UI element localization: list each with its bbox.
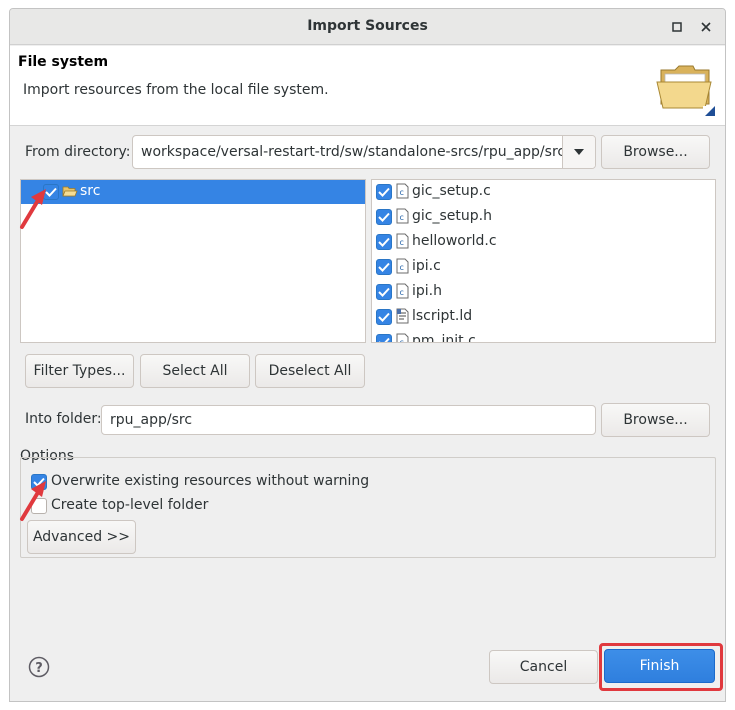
tree-item-label: src xyxy=(80,183,101,199)
svg-text:?: ? xyxy=(35,661,43,676)
check-icon xyxy=(378,287,390,297)
folder-icon xyxy=(653,52,719,122)
browse-folder-button[interactable]: Browse... xyxy=(601,403,710,437)
help-button[interactable]: ? xyxy=(28,656,50,678)
into-folder-label: Into folder: xyxy=(25,411,102,427)
svg-text:c: c xyxy=(400,238,404,247)
import-sources-dialog: Import Sources File system Import resour… xyxy=(9,8,726,702)
file-name: gic_setup.c xyxy=(412,183,491,199)
c-source-file-icon: c xyxy=(396,258,409,278)
page-title: File system xyxy=(18,54,109,70)
svg-text:c: c xyxy=(400,338,404,343)
cancel-button[interactable]: Cancel xyxy=(489,650,598,684)
tree-item-src[interactable]: src xyxy=(21,180,365,204)
filter-types-button[interactable]: Filter Types... xyxy=(25,354,134,388)
wizard-header: File system Import resources from the lo… xyxy=(10,46,725,126)
overwrite-label: Overwrite existing resources without war… xyxy=(51,473,370,489)
title-bar: Import Sources xyxy=(10,9,725,45)
file-name: pm_init.c xyxy=(412,333,476,343)
check-icon xyxy=(378,237,390,247)
c-header-file-icon: c xyxy=(396,283,409,303)
svg-text:c: c xyxy=(400,263,404,272)
close-button[interactable] xyxy=(697,18,715,36)
folder-tree[interactable]: src xyxy=(20,179,366,343)
page-description: Import resources from the local file sys… xyxy=(23,82,329,98)
file-list[interactable]: c gic_setup.c c gic_setup.h c helloworld… xyxy=(371,179,716,343)
check-icon xyxy=(379,337,390,342)
annotation-arrow xyxy=(20,481,46,521)
window-title: Import Sources xyxy=(307,18,428,34)
c-source-file-icon: c xyxy=(396,233,409,253)
close-icon xyxy=(701,22,711,32)
from-directory-value: workspace/versal-restart-trd/sw/standalo… xyxy=(141,144,566,160)
annotation-arrow xyxy=(20,189,46,229)
list-item[interactable]: lscript.ld xyxy=(372,305,715,330)
advanced-button[interactable]: Advanced >> xyxy=(27,520,136,554)
maximize-icon xyxy=(672,22,682,32)
check-icon xyxy=(378,262,390,272)
list-item[interactable]: c gic_setup.h xyxy=(372,205,715,230)
chevron-down-icon xyxy=(574,149,584,155)
file-name: ipi.c xyxy=(412,258,441,274)
file-checkbox[interactable] xyxy=(376,334,392,342)
file-checkbox[interactable] xyxy=(376,209,392,225)
check-icon xyxy=(378,187,390,197)
list-item[interactable]: c pm_init.c xyxy=(372,330,715,343)
deselect-all-button[interactable]: Deselect All xyxy=(255,354,365,388)
svg-text:c: c xyxy=(400,288,404,297)
select-all-button[interactable]: Select All xyxy=(140,354,250,388)
c-source-file-icon: c xyxy=(396,333,409,343)
from-directory-dropdown-button[interactable] xyxy=(562,136,595,168)
file-name: gic_setup.h xyxy=(412,208,492,224)
top-level-folder-label: Create top-level folder xyxy=(51,497,209,513)
file-checkbox[interactable] xyxy=(376,284,392,300)
check-icon xyxy=(378,212,390,222)
file-checkbox[interactable] xyxy=(376,234,392,250)
list-item[interactable]: c ipi.h xyxy=(372,280,715,305)
into-folder-input[interactable]: rpu_app/src xyxy=(101,405,596,435)
svg-text:c: c xyxy=(400,188,404,197)
c-header-file-icon: c xyxy=(396,208,409,228)
list-item[interactable]: c gic_setup.c xyxy=(372,180,715,205)
open-folder-icon xyxy=(62,185,78,202)
help-icon: ? xyxy=(28,656,50,678)
file-checkbox[interactable] xyxy=(376,184,392,200)
linker-script-file-icon xyxy=(396,308,409,328)
c-source-file-icon: c xyxy=(396,183,409,203)
check-icon xyxy=(378,312,390,322)
svg-text:c: c xyxy=(400,213,404,222)
from-directory-combo[interactable]: workspace/versal-restart-trd/sw/standalo… xyxy=(132,135,596,169)
file-name: helloworld.c xyxy=(412,233,497,249)
file-name: lscript.ld xyxy=(412,308,473,324)
browse-directory-button[interactable]: Browse... xyxy=(601,135,710,169)
file-checkbox[interactable] xyxy=(376,259,392,275)
file-checkbox[interactable] xyxy=(376,309,392,325)
file-name: ipi.h xyxy=(412,283,442,299)
list-item[interactable]: c helloworld.c xyxy=(372,230,715,255)
maximize-button[interactable] xyxy=(668,18,686,36)
list-item[interactable]: c ipi.c xyxy=(372,255,715,280)
finish-button[interactable]: Finish xyxy=(604,649,715,683)
options-group: Overwrite existing resources without war… xyxy=(20,457,716,558)
from-directory-label: From directory: xyxy=(25,144,131,160)
